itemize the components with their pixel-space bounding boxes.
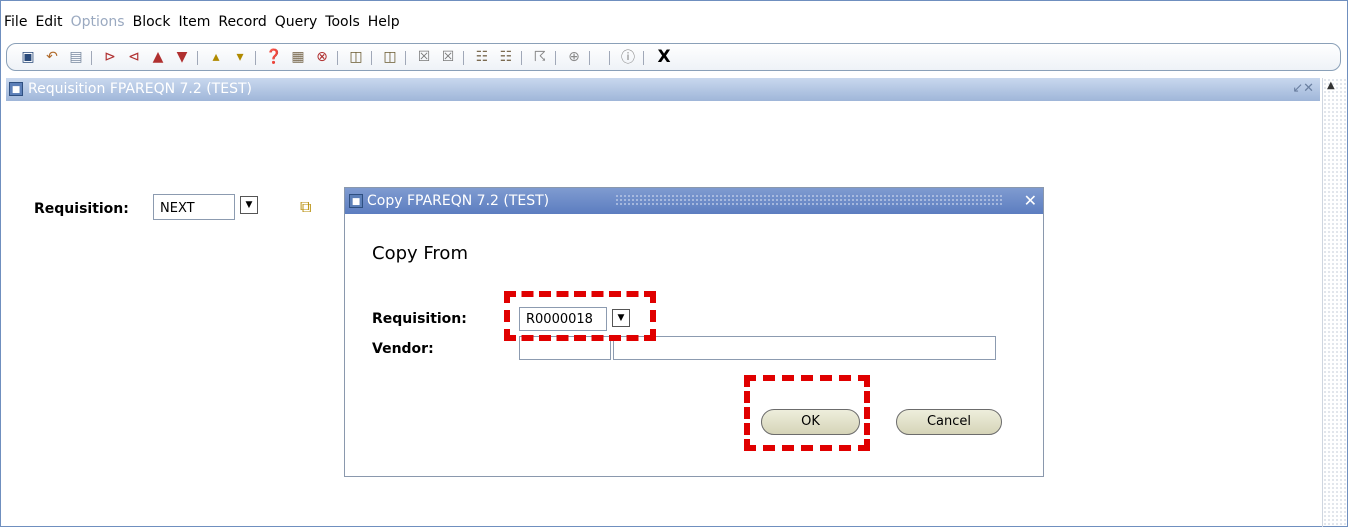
dialog-close-icon[interactable]: ✕	[1024, 191, 1037, 210]
previous-block-icon[interactable]: ▴	[207, 48, 225, 66]
enter-query-icon[interactable]: ❓	[265, 48, 283, 66]
navigate-icon[interactable]: ⊕	[565, 48, 583, 66]
form-icon: ■	[9, 82, 23, 96]
related-icon[interactable]: ☷	[497, 48, 515, 66]
requisition-dropdown-button[interactable]: ▼	[240, 196, 258, 214]
scroll-up-icon[interactable]: ▲	[1327, 80, 1335, 91]
copy-icon[interactable]: ⧉	[300, 197, 318, 216]
clear-record-icon[interactable]: ☒	[415, 48, 433, 66]
exit-icon[interactable]: X	[655, 47, 673, 67]
next-block-icon[interactable]: ▾	[231, 48, 249, 66]
menu-options[interactable]: Options	[71, 14, 125, 36]
menu-query[interactable]: Query	[275, 14, 318, 36]
menu-help[interactable]: Help	[368, 14, 400, 36]
toolbar-separator	[255, 51, 256, 65]
toolbar-separator	[609, 51, 610, 65]
vendor-name-input[interactable]	[613, 336, 996, 360]
print-all-icon[interactable]: ◫	[381, 48, 399, 66]
window-title: Requisition FPAREQN 7.2 (TEST)	[28, 81, 252, 97]
export-icon[interactable]: ◫	[347, 48, 365, 66]
insert-record-icon[interactable]: ⊳	[101, 48, 119, 66]
highlight-requisition	[504, 291, 656, 341]
vertical-scrollbar[interactable]	[1322, 78, 1347, 527]
toolbar-separator	[197, 51, 198, 65]
window-controls[interactable]: ↙✕	[1292, 81, 1314, 96]
toolbar-separator	[555, 51, 556, 65]
next-record-icon[interactable]: ▼	[173, 48, 191, 66]
copy-dialog: ■ Copy FPAREQN 7.2 (TEST) ✕ Copy From Re…	[344, 187, 1044, 477]
rollback-icon[interactable]: ↶	[43, 48, 61, 66]
save-icon[interactable]: ▣	[19, 48, 37, 66]
toolbar-separator	[521, 51, 522, 65]
requisition-label: Requisition:	[34, 201, 129, 217]
dialog-title-bar: ■ Copy FPAREQN 7.2 (TEST) ✕	[345, 188, 1043, 214]
help-icon[interactable]: ⓘ	[619, 48, 637, 66]
dialog-title: Copy FPAREQN 7.2 (TEST)	[367, 193, 550, 209]
toolbar-separator	[405, 51, 406, 65]
toolbar-separator	[643, 51, 644, 65]
dialog-heading: Copy From	[372, 243, 468, 264]
toolbar-separator	[91, 51, 92, 65]
dialog-form-icon: ■	[349, 194, 363, 208]
remove-record-icon[interactable]: ⊲	[125, 48, 143, 66]
audit-icon[interactable]: ☈	[531, 48, 549, 66]
menu-block[interactable]: Block	[133, 14, 171, 36]
menu-bar: File Edit Options Block Item Record Quer…	[4, 14, 400, 36]
options-icon[interactable]: ☷	[473, 48, 491, 66]
highlight-ok-button	[744, 375, 870, 451]
toolbar-separator	[463, 51, 464, 65]
menu-file[interactable]: File	[4, 14, 27, 36]
copy-requisition-label: Requisition:	[372, 311, 467, 327]
menu-item[interactable]: Item	[178, 14, 210, 36]
previous-record-icon[interactable]: ▲	[149, 48, 167, 66]
toolbar-separator	[589, 51, 590, 65]
print-icon[interactable]: ▤	[67, 48, 85, 66]
toolbar-separator	[337, 51, 338, 65]
toolbar: ▣ ↶ ▤ ⊳ ⊲ ▲ ▼ ▴ ▾ ❓ ▦ ⊗ ◫ ◫ ☒ ☒ ☷ ☷ ☈ ⊕ …	[6, 43, 1341, 71]
menu-tools[interactable]: Tools	[325, 14, 360, 36]
clear-form-icon[interactable]: ☒	[439, 48, 457, 66]
toolbar-separator	[371, 51, 372, 65]
cancel-button[interactable]: Cancel	[896, 409, 1002, 435]
requisition-input[interactable]: NEXT	[153, 194, 235, 220]
menu-edit[interactable]: Edit	[35, 14, 62, 36]
vendor-label: Vendor:	[372, 341, 434, 357]
title-bar-pattern	[615, 194, 1003, 207]
window-title-bar: ■ Requisition FPAREQN 7.2 (TEST) ↙✕	[6, 78, 1320, 101]
execute-query-icon[interactable]: ▦	[289, 48, 307, 66]
cancel-query-icon[interactable]: ⊗	[313, 48, 331, 66]
menu-record[interactable]: Record	[218, 14, 266, 36]
